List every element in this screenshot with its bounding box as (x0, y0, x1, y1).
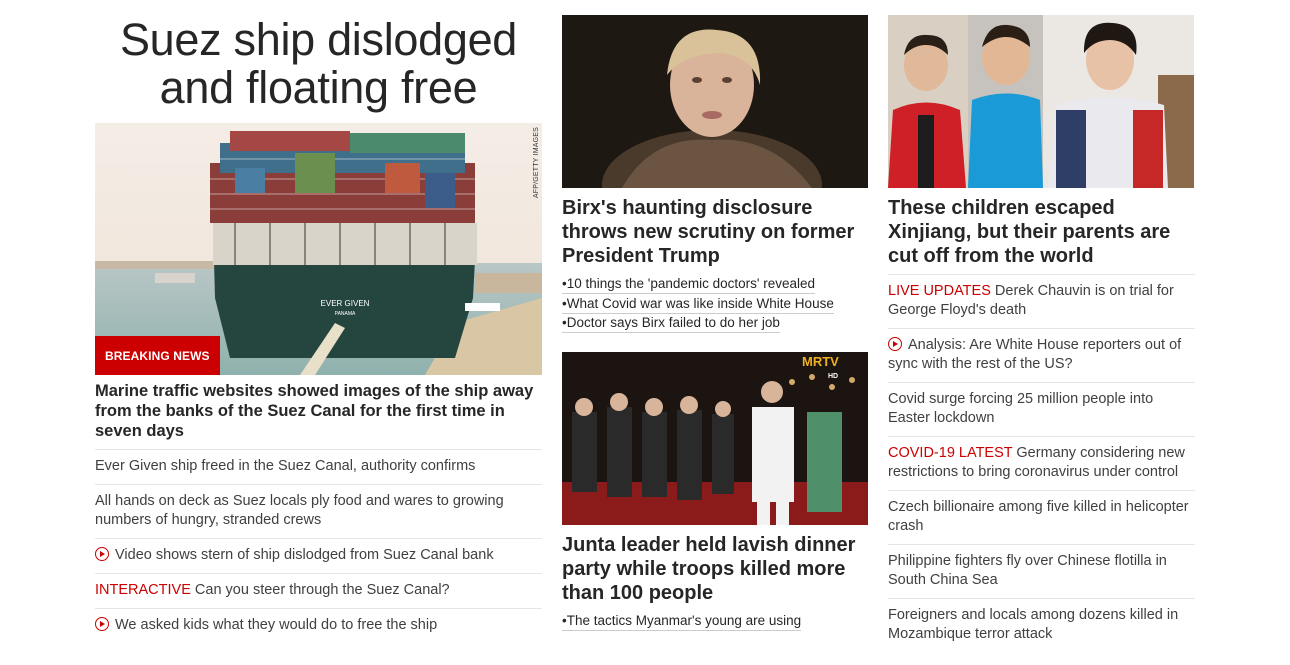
ship-name-text: EVER GIVEN (321, 299, 370, 308)
birx-image[interactable] (562, 15, 868, 188)
interactive-tag: INTERACTIVE (95, 582, 191, 598)
lead-image[interactable]: EVER GIVEN PANAMA AFP/GETTY IMAGES BREAK… (95, 123, 542, 375)
lead-related-list: Ever Given ship freed in the Suez Canal,… (95, 449, 542, 643)
right-related-list: LIVE UPDATES Derek Chauvin is on trial f… (888, 274, 1195, 652)
lead-headline[interactable]: Suez ship dislodged and floating free (95, 0, 542, 112)
breaking-news-badge: BREAKING NEWS (95, 336, 220, 375)
xinjiang-image[interactable] (888, 15, 1194, 188)
list-item[interactable]: All hands on deck as Suez locals ply foo… (95, 484, 542, 538)
birx-related-list: 10 things the 'pandemic doctors' reveale… (562, 274, 868, 333)
list-item[interactable]: COVID-19 LATEST Germany considering new … (888, 436, 1195, 490)
lead-headline-line1: Suez ship dislodged (119, 14, 518, 65)
list-item[interactable]: Foreigners and locals among dozens kille… (888, 598, 1195, 652)
covid-latest-tag: COVID-19 LATEST (888, 445, 1013, 461)
lead-headline-line2: and floating free (159, 62, 478, 113)
mrtv-logo: MRTV (802, 354, 839, 369)
ship-port-text: PANAMA (335, 311, 356, 317)
list-item[interactable]: INTERACTIVE Can you steer through the Su… (95, 573, 542, 608)
junta-related-list: The tactics Myanmar's young are using (562, 611, 868, 631)
list-item[interactable]: Ever Given ship freed in the Suez Canal,… (95, 449, 542, 484)
play-icon (95, 617, 109, 631)
play-icon (95, 547, 109, 561)
list-item[interactable]: Philippine fighters fly over Chinese flo… (888, 544, 1195, 598)
xinjiang-photo (888, 15, 1194, 188)
bullet-link[interactable]: What Covid war was like inside White Hou… (562, 294, 834, 314)
birx-headline[interactable]: Birx's haunting disclosure throws new sc… (562, 196, 868, 268)
right-column: These children escaped Xinjiang, but the… (888, 0, 1195, 652)
photo-credit: AFP/GETTY IMAGES (533, 127, 540, 199)
lead-story-column: Suez ship dislodged and floating free EV… (95, 0, 542, 643)
bullet-link[interactable]: The tactics Myanmar's young are using (562, 611, 802, 631)
middle-column: Birx's haunting disclosure throws new sc… (562, 0, 868, 631)
list-item[interactable]: Video shows stern of ship dislodged from… (95, 538, 542, 573)
lead-subheadline[interactable]: Marine traffic websites showed images of… (95, 381, 542, 441)
play-icon (888, 337, 902, 351)
list-item[interactable]: We asked kids what they would do to free… (95, 608, 542, 643)
xinjiang-headline[interactable]: These children escaped Xinjiang, but the… (888, 196, 1195, 268)
bullet-link[interactable]: Doctor says Birx failed to do her job (562, 313, 780, 333)
junta-photo: MRTV HD (562, 351, 868, 525)
list-item[interactable]: Covid surge forcing 25 million people in… (888, 382, 1195, 436)
junta-headline[interactable]: Junta leader held lavish dinner party wh… (562, 533, 868, 605)
bullet-link[interactable]: 10 things the 'pandemic doctors' reveale… (562, 274, 816, 294)
mrtv-logo-hd: HD (828, 373, 838, 380)
list-item[interactable]: Analysis: Are White House reporters out … (888, 328, 1195, 382)
junta-image[interactable]: MRTV HD (562, 351, 868, 525)
birx-photo (562, 15, 868, 188)
live-updates-tag: LIVE UPDATES (888, 283, 991, 299)
list-item[interactable]: Czech billionaire among five killed in h… (888, 490, 1195, 544)
list-item[interactable]: LIVE UPDATES Derek Chauvin is on trial f… (888, 274, 1195, 328)
